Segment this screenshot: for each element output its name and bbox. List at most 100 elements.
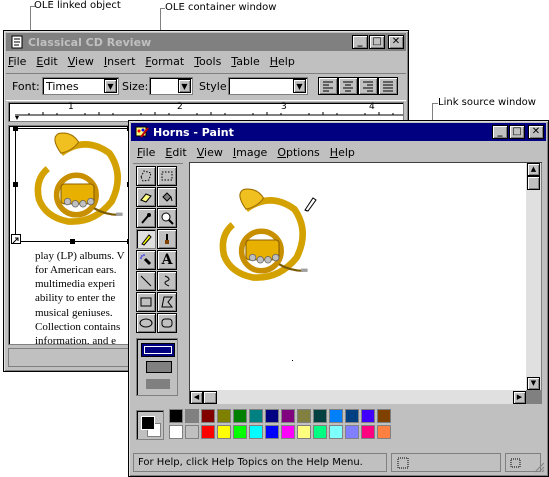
fill-icon[interactable] [157,187,177,207]
paint-canvas[interactable] [190,163,526,390]
style-combo[interactable]: ▼ [228,77,308,95]
ole-linked-object[interactable] [15,128,131,242]
palette-swatch[interactable] [201,409,215,423]
close-button[interactable]: ✕ [388,35,404,49]
font-combo[interactable]: Times ▼ [42,77,119,95]
menu-table[interactable]: Table [231,55,259,68]
resize-handle-bottom-mid[interactable] [70,239,75,244]
paint-menu-image[interactable]: Image [233,146,267,159]
ruler[interactable]: 1 2 3 4 [8,102,404,122]
line-icon[interactable] [136,271,156,291]
palette-swatch[interactable] [217,409,231,423]
menu-format[interactable]: Format [145,55,184,68]
menu-view[interactable]: View [68,55,94,68]
horizontal-scrollbar[interactable]: ◀ ▶ [190,390,526,404]
maximize-button[interactable]: □ [369,35,385,49]
palette-swatch[interactable] [361,409,375,423]
menu-edit[interactable]: Edit [36,55,57,68]
horizontal-scroll-thumb[interactable] [203,391,217,404]
palette-swatch[interactable] [361,425,375,439]
fill-option-outline-filled[interactable] [146,361,172,373]
resize-handle-top-left[interactable] [13,126,18,131]
container-title-bar[interactable]: Classical CD Review _ □ ✕ [6,33,406,51]
scroll-up-button[interactable]: ▲ [527,163,540,176]
palette-swatch[interactable] [249,409,263,423]
paint-menu-file[interactable]: File [137,146,155,159]
paint-menu-help[interactable]: Help [330,146,355,159]
airbrush-icon[interactable] [136,250,156,270]
align-left-icon[interactable] [318,77,338,95]
resize-handle-mid-left[interactable] [13,182,18,187]
curve-icon[interactable] [157,271,177,291]
brush-icon[interactable] [157,229,177,249]
palette-swatch[interactable] [313,409,327,423]
eraser-icon[interactable] [136,187,156,207]
palette-swatch[interactable] [297,425,311,439]
current-colors[interactable] [136,410,164,440]
palette-swatch[interactable] [329,409,343,423]
select-icon[interactable] [157,166,177,186]
palette-swatch[interactable] [169,409,183,423]
palette-swatch[interactable] [185,425,199,439]
paint-app-icon[interactable] [135,125,149,139]
palette-swatch[interactable] [281,425,295,439]
tool-options-box[interactable] [136,338,178,396]
free-form-select-icon[interactable] [136,166,156,186]
menu-insert[interactable]: Insert [104,55,136,68]
chevron-down-icon[interactable]: ▼ [104,79,117,93]
size-combo[interactable]: ▼ [149,77,193,95]
magnifier-icon[interactable] [157,208,177,228]
justify-icon[interactable] [378,77,398,95]
palette-swatch[interactable] [377,409,391,423]
toolbox: A [133,163,183,398]
scroll-left-button[interactable]: ◀ [190,391,203,404]
minimize-button[interactable]: _ [352,35,368,49]
paint-menu-edit[interactable]: Edit [165,146,186,159]
palette-swatch[interactable] [297,409,311,423]
palette-swatch[interactable] [217,425,231,439]
align-center-icon[interactable] [338,77,358,95]
fill-option-outline[interactable] [141,343,175,357]
paint-minimize-button[interactable]: _ [492,125,508,139]
palette-swatch[interactable] [265,425,279,439]
rectangle-icon[interactable] [136,292,156,312]
palette-swatch[interactable] [329,425,343,439]
palette-swatch[interactable] [377,425,391,439]
chevron-down-icon[interactable]: ▼ [293,79,306,93]
menu-help[interactable]: Help [270,55,295,68]
menu-tools[interactable]: Tools [194,55,221,68]
palette-swatch[interactable] [169,425,183,439]
align-right-icon[interactable] [358,77,378,95]
paint-maximize-button[interactable]: □ [509,125,525,139]
menu-file[interactable]: File [8,55,26,68]
paint-title-bar[interactable]: Horns - Paint _ □ ✕ [131,123,546,141]
resize-grip-icon[interactable] [533,461,545,473]
ellipse-icon[interactable] [136,313,156,333]
paint-close-button[interactable]: ✕ [528,125,544,139]
document-app-icon[interactable] [10,35,24,49]
scroll-down-button[interactable]: ▼ [527,377,540,390]
rounded-rectangle-icon[interactable] [157,313,177,333]
palette-swatch[interactable] [281,409,295,423]
paint-menu-options[interactable]: Options [277,146,319,159]
vertical-scroll-thumb[interactable] [527,176,540,190]
paint-menu-view[interactable]: View [197,146,223,159]
palette-swatch[interactable] [345,425,359,439]
polygon-icon[interactable] [157,292,177,312]
text-icon[interactable]: A [157,250,177,270]
palette-swatch[interactable] [233,409,247,423]
palette-swatch[interactable] [249,425,263,439]
palette-swatch[interactable] [233,425,247,439]
palette-swatch[interactable] [201,425,215,439]
pencil-icon[interactable] [136,229,156,249]
fill-option-filled[interactable] [146,379,170,389]
vertical-scrollbar[interactable]: ▲ ▼ [526,163,541,390]
palette-swatch[interactable] [345,409,359,423]
palette-swatch[interactable] [265,409,279,423]
foreground-color-swatch[interactable] [141,416,155,430]
scroll-right-button[interactable]: ▶ [513,391,526,404]
pick-color-icon[interactable] [136,208,156,228]
chevron-down-icon[interactable]: ▼ [178,79,191,93]
palette-swatch[interactable] [185,409,199,423]
palette-swatch[interactable] [313,425,327,439]
